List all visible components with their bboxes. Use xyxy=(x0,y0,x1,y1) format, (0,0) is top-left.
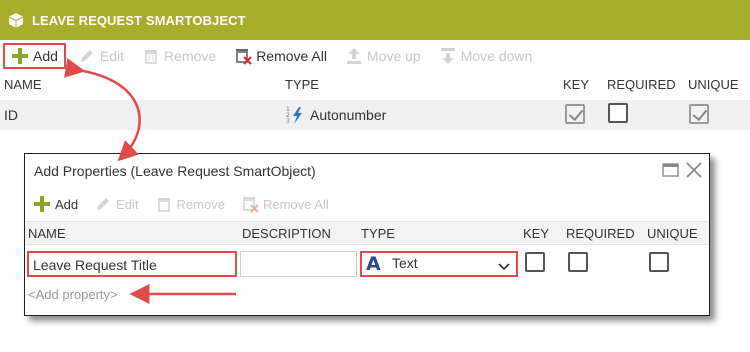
dialog-column-description[interactable]: DESCRIPTION xyxy=(242,226,331,241)
dialog-column-required[interactable]: REQUIRED xyxy=(566,226,635,241)
dialog-grid-header: NAME DESCRIPTION TYPE KEY REQUIRED UNIQU… xyxy=(25,221,709,245)
table-row[interactable]: ID 1 2 3 Autonumber xyxy=(0,100,750,130)
move-up-button[interactable]: Move up xyxy=(339,43,427,69)
dialog-column-unique[interactable]: UNIQUE xyxy=(647,226,698,241)
properties-grid-header: NAME TYPE KEY REQUIRED UNIQUE xyxy=(0,74,750,96)
row-name: ID xyxy=(4,107,18,123)
pencil-icon xyxy=(94,195,112,213)
remove-button-label: Remove xyxy=(164,48,217,64)
text-type-icon: A xyxy=(366,253,388,273)
trash-icon xyxy=(155,195,173,213)
dialog-remove-all-label: Remove All xyxy=(262,196,329,212)
move-down-button-label: Move down xyxy=(460,48,533,64)
page-title: LEAVE REQUEST SMARTOBJECT xyxy=(32,12,246,28)
dialog-add-button[interactable]: Add xyxy=(27,191,84,217)
dialog-edit-label: Edit xyxy=(116,196,139,212)
dialog-unique-checkbox[interactable] xyxy=(649,252,669,272)
trash-icon xyxy=(142,47,160,65)
add-button[interactable]: Add xyxy=(3,43,66,69)
column-required[interactable]: REQUIRED xyxy=(607,77,676,92)
dialog-column-type[interactable]: TYPE xyxy=(361,226,395,241)
property-description-field[interactable] xyxy=(240,251,357,277)
property-name-field[interactable]: Leave Request Title xyxy=(27,251,237,277)
move-up-icon xyxy=(345,47,363,65)
edit-button[interactable]: Edit xyxy=(72,43,130,69)
column-name[interactable]: NAME xyxy=(4,77,42,92)
dialog-add-label: Add xyxy=(55,196,79,212)
maximize-icon[interactable] xyxy=(662,162,680,178)
column-type[interactable]: TYPE xyxy=(285,77,319,92)
edit-button-label: Edit xyxy=(99,48,125,64)
move-up-button-label: Move up xyxy=(367,48,421,64)
column-unique[interactable]: UNIQUE xyxy=(688,77,739,92)
dialog-required-checkbox[interactable] xyxy=(568,252,588,272)
row-type: Autonumber xyxy=(310,107,387,123)
dialog-column-key[interactable]: KEY xyxy=(523,226,549,241)
move-down-button[interactable]: Move down xyxy=(433,43,539,69)
add-button-label: Add xyxy=(33,48,58,64)
dialog-title: Add Properties (Leave Request SmartObjec… xyxy=(34,163,316,179)
svg-text:A: A xyxy=(366,253,381,273)
dialog-remove-label: Remove xyxy=(176,196,225,212)
cube-icon xyxy=(9,13,23,28)
key-checkbox[interactable] xyxy=(565,104,585,124)
svg-text:3: 3 xyxy=(286,118,290,125)
pencil-icon xyxy=(78,47,96,65)
smartobject-header: LEAVE REQUEST SMARTOBJECT xyxy=(0,0,750,40)
trash-remove-all-icon xyxy=(241,195,259,213)
dialog-remove-button[interactable]: Remove xyxy=(149,191,231,217)
add-property-link[interactable]: <Add property> xyxy=(28,287,118,302)
add-properties-dialog: Add Properties (Leave Request SmartObjec… xyxy=(24,153,710,316)
dialog-key-checkbox[interactable] xyxy=(525,252,545,272)
dialog-toolbar: Add Edit Remove Remove All xyxy=(27,192,339,216)
remove-all-button[interactable]: Remove All xyxy=(228,43,333,69)
chevron-down-icon xyxy=(498,259,510,275)
close-icon[interactable] xyxy=(685,162,703,178)
unique-checkbox[interactable] xyxy=(689,104,709,124)
move-down-icon xyxy=(439,47,457,65)
trash-remove-all-icon xyxy=(234,47,252,65)
column-key[interactable]: KEY xyxy=(563,77,589,92)
remove-button[interactable]: Remove xyxy=(136,43,222,69)
remove-all-button-label: Remove All xyxy=(256,48,327,64)
dialog-column-name[interactable]: NAME xyxy=(28,226,66,241)
property-name-value: Leave Request Title xyxy=(33,257,157,273)
autonumber-icon: 1 2 3 xyxy=(286,105,306,128)
plus-icon xyxy=(33,195,51,213)
required-checkbox[interactable] xyxy=(608,103,628,123)
dialog-remove-all-button[interactable]: Remove All xyxy=(235,191,335,217)
property-type-value: Text xyxy=(392,255,418,271)
plus-icon xyxy=(11,47,29,65)
properties-toolbar: Add Edit Remove Remove All Move up Move … xyxy=(0,41,750,71)
property-type-select[interactable]: A Text xyxy=(360,251,518,277)
dialog-edit-button[interactable]: Edit xyxy=(88,191,144,217)
